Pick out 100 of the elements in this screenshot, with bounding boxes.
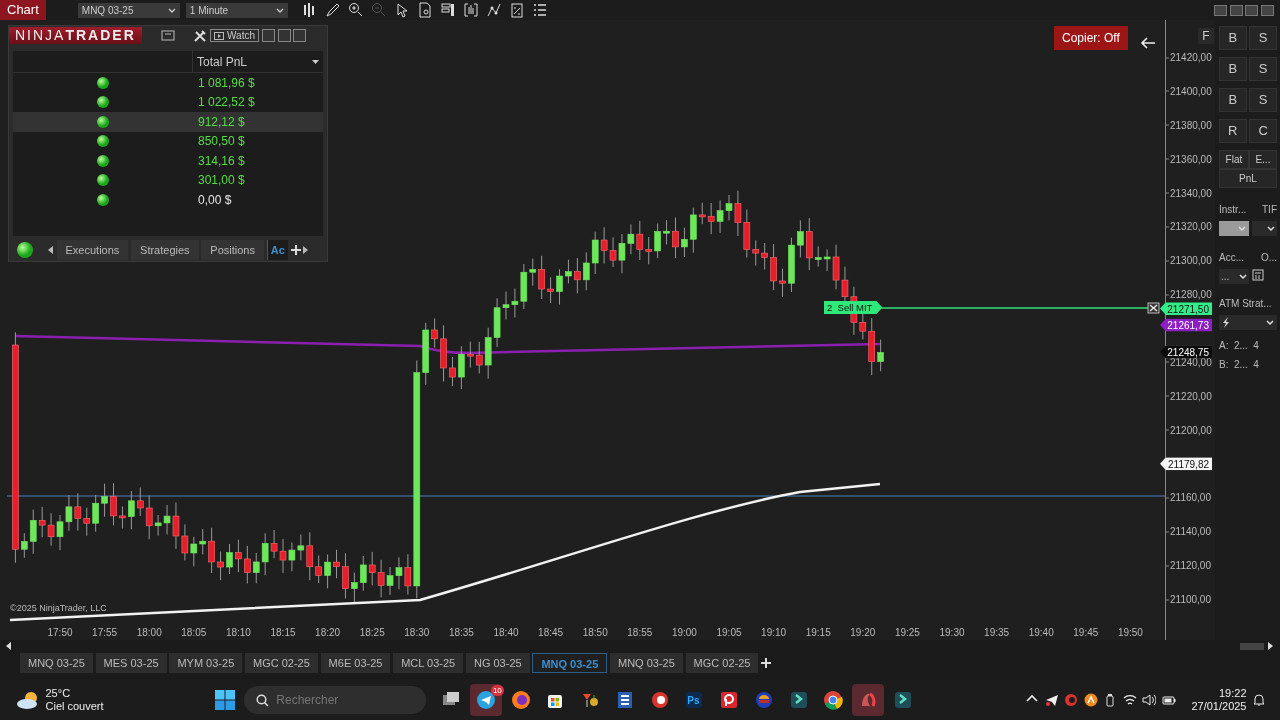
- back-arrow-icon[interactable]: [1140, 37, 1156, 49]
- image-editor-icon[interactable]: [684, 690, 705, 710]
- search-field[interactable]: Rechercher: [244, 686, 427, 714]
- reverse-button[interactable]: R: [1219, 119, 1247, 143]
- pnl-value: 1 022,52 $: [197, 94, 255, 112]
- flatten-button[interactable]: F: [1198, 28, 1214, 44]
- indicator-price-marker: 21261,73: [1160, 318, 1212, 332]
- instrument-tab[interactable]: MYM 03-25: [169, 653, 243, 673]
- sell-button[interactable]: S: [1249, 88, 1277, 112]
- instrument-tab[interactable]: MNQ 03-25: [532, 653, 608, 673]
- add-tab-icon[interactable]: [761, 658, 772, 668]
- tab[interactable]: Positions: [201, 240, 264, 260]
- zoom-in-icon[interactable]: [348, 2, 365, 18]
- scroll-right-icon[interactable]: [303, 246, 310, 254]
- buy-button[interactable]: B: [1219, 57, 1247, 81]
- active-app-tile[interactable]: [852, 684, 885, 716]
- weather-icon[interactable]: [16, 690, 40, 710]
- table-row[interactable]: 314,16 $: [13, 151, 323, 171]
- caret-icon[interactable]: [275, 6, 284, 14]
- template-icon[interactable]: [509, 2, 526, 18]
- table-row[interactable]: 1 081,96 $: [13, 73, 323, 93]
- calculator-icon[interactable]: [1251, 269, 1264, 281]
- minimize-button[interactable]: [261, 29, 275, 42]
- send-icon[interactable]: [1044, 693, 1059, 707]
- scroll-left-icon[interactable]: [47, 246, 54, 254]
- tab[interactable]: Ac: [266, 240, 288, 260]
- speaker-icon[interactable]: [1142, 693, 1157, 707]
- clock[interactable]: 19:22 27/01/2025: [1191, 686, 1247, 714]
- burger-icon[interactable]: [753, 690, 774, 710]
- buy-button[interactable]: B: [1219, 26, 1247, 50]
- sell-button[interactable]: S: [1249, 26, 1277, 50]
- table-row[interactable]: 0,00 $: [13, 190, 323, 210]
- tab[interactable]: Executions: [56, 240, 129, 260]
- instrument-tab[interactable]: MGC 02-25: [685, 653, 759, 673]
- caret-icon[interactable]: [1267, 225, 1275, 232]
- caret-icon[interactable]: [1239, 273, 1247, 280]
- interval-dropdown[interactable]: 1 Minute: [185, 2, 288, 18]
- caret-icon[interactable]: [1266, 319, 1274, 326]
- instrument-tab[interactable]: MCL 03-25: [393, 653, 464, 673]
- p-app-icon[interactable]: [719, 690, 740, 710]
- status-dot: [97, 135, 109, 148]
- windows-start-icon[interactable]: [213, 689, 236, 711]
- minimize-button[interactable]: [1229, 4, 1243, 16]
- active-app-tile[interactable]: 10: [469, 684, 502, 716]
- instrument-dropdown[interactable]: MNQ 03-25: [77, 2, 180, 18]
- column-header[interactable]: Total PnL: [193, 51, 323, 72]
- pencil-icon[interactable]: [325, 2, 342, 18]
- instrument-tab[interactable]: MES 03-25: [95, 653, 167, 673]
- document-search-icon[interactable]: [417, 2, 434, 18]
- maximize-button[interactable]: [1245, 4, 1259, 16]
- table-row[interactable]: 850,50 $: [13, 131, 323, 151]
- instrument-tab[interactable]: MNQ 03-25: [20, 653, 93, 673]
- browser-icon[interactable]: [823, 690, 844, 710]
- globe-app-icon[interactable]: [510, 690, 531, 710]
- caret-icon[interactable]: [312, 59, 319, 64]
- tools-icon[interactable]: [193, 28, 208, 43]
- pnl-button[interactable]: PnL: [1219, 169, 1277, 188]
- arrow-app-icon[interactable]: [892, 690, 913, 710]
- bid-label: B:: [1219, 358, 1229, 372]
- notification-bell-icon[interactable]: [1252, 693, 1266, 707]
- window-icon[interactable]: [160, 29, 175, 42]
- watch-button[interactable]: Watch: [210, 29, 259, 42]
- close-button[interactable]: [1261, 4, 1274, 16]
- maximize-button[interactable]: [277, 29, 291, 42]
- caret-icon[interactable]: [167, 6, 176, 14]
- tab[interactable]: Strategies: [131, 240, 199, 260]
- battery-icon[interactable]: [1161, 693, 1176, 707]
- table-row[interactable]: 1 022,52 $: [13, 92, 323, 112]
- data-box-icon[interactable]: [463, 2, 480, 18]
- scroll-left-icon[interactable]: [6, 642, 12, 650]
- instrument-tab[interactable]: MGC 02-25: [245, 653, 318, 673]
- buy-button[interactable]: B: [1219, 88, 1247, 112]
- instrument-tab[interactable]: MNQ 03-25: [610, 653, 683, 673]
- atm-strategy-dropdown[interactable]: [1219, 315, 1277, 330]
- instrument-tab[interactable]: M6E 03-25: [320, 653, 391, 673]
- sell-button[interactable]: S: [1249, 57, 1277, 81]
- entry-button[interactable]: E...: [1248, 150, 1277, 169]
- list-icon[interactable]: [532, 2, 549, 18]
- copier-status: Copier: Off: [1054, 26, 1128, 50]
- scrollbar-thumb[interactable]: [1240, 642, 1264, 650]
- flat-button[interactable]: Flat: [1219, 150, 1249, 169]
- panel-icon[interactable]: [440, 2, 457, 18]
- order-label[interactable]: 2 Sell MIT: [824, 301, 883, 314]
- add-tab-icon[interactable]: [290, 245, 301, 255]
- close-position-button[interactable]: C: [1249, 119, 1277, 143]
- antivirus-icon[interactable]: [1083, 693, 1098, 707]
- table-row[interactable]: 301,00 $: [13, 170, 323, 190]
- tif-dropdown[interactable]: [1251, 221, 1277, 236]
- instrument-tab[interactable]: NG 03-25: [465, 653, 530, 673]
- table-row[interactable]: 912,12 $: [13, 112, 323, 132]
- close-button[interactable]: [293, 29, 307, 42]
- line-chart-icon[interactable]: [486, 2, 503, 18]
- scroll-right-icon[interactable]: [1268, 642, 1274, 650]
- close-icon[interactable]: [1147, 302, 1160, 314]
- cleaner-icon[interactable]: [649, 690, 670, 710]
- ask-label: A:: [1219, 339, 1229, 353]
- wifi-icon[interactable]: [1122, 693, 1137, 707]
- arrow-app-icon[interactable]: [788, 690, 809, 710]
- account-dropdown[interactable]: ...: [1219, 269, 1249, 284]
- restore-button[interactable]: [1213, 4, 1227, 16]
